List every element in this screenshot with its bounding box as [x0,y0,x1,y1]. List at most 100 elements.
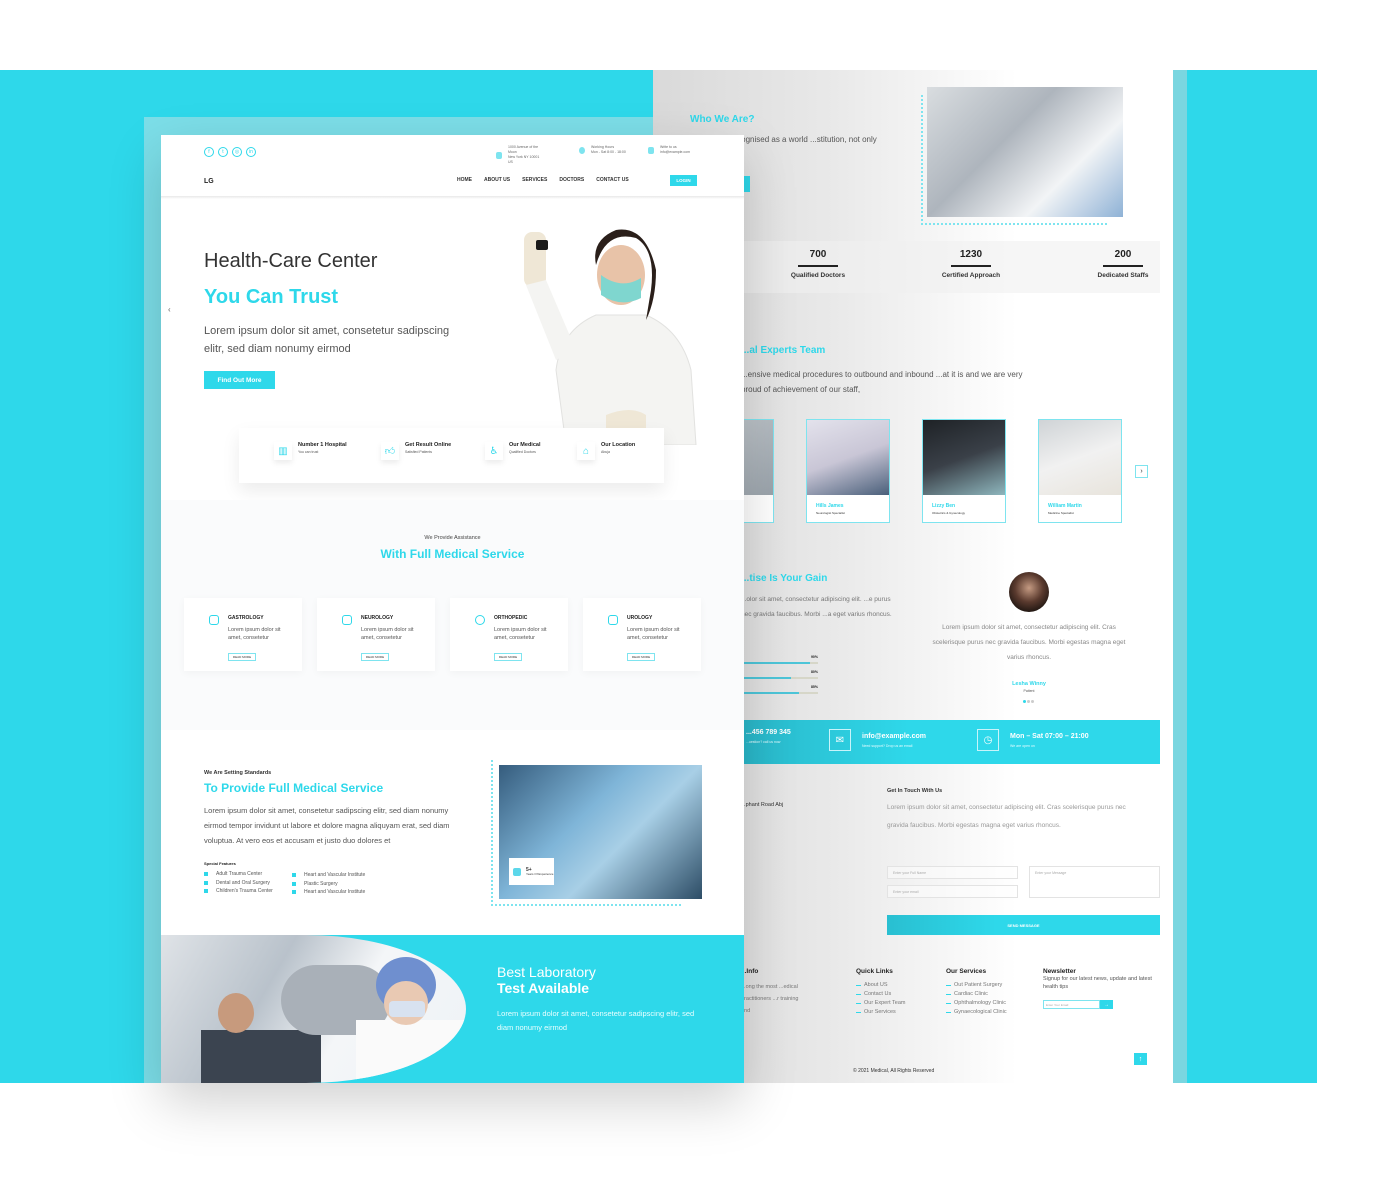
info-line: info@example.com [660,150,691,154]
wheelchair-icon: ♿︎ [485,442,503,460]
full-name-input[interactable]: Enter your Full Name [887,866,1018,879]
read-more-button[interactable]: READ MORE [228,653,256,661]
service-name: NEUROLOGY [361,615,394,621]
logo[interactable]: LG [204,178,214,185]
pagination-dot[interactable] [1023,700,1026,703]
doctor-role: Obstetrics & Gynecology [932,511,966,515]
feature-text: Children's Trauma Center [216,888,273,894]
doctor-photo [807,420,889,495]
feature-list-item: Adult Trauma Center [204,870,273,879]
nav-services[interactable]: SERVICES [522,177,547,183]
contact-description: Lorem ipsum dolor sit amet, consectetur … [887,804,1126,829]
instagram-icon[interactable]: ◎ [232,147,242,157]
footer-link[interactable]: Gynaecological Clinic [946,1008,1007,1017]
service-card[interactable]: ORTHOPEDIC Lorem ipsum dolor sit amet, c… [450,598,568,671]
doctor-name: Hills James [816,503,844,509]
footer-link[interactable]: Cardiac Clinic [946,990,1007,999]
footer-info-title: ...Info [741,968,759,975]
newsletter-submit-button[interactable]: → [1100,1000,1113,1009]
testimonial-pagination[interactable] [1023,700,1034,703]
feature-item: 👍︎ Get Result Online Satisfied Patients [381,442,451,460]
twitter-icon[interactable]: t [218,147,228,157]
feature-subtitle: Qualified Doctors [509,450,536,454]
location-box-icon: ⌂ [577,442,595,460]
progress-bar: 80% [741,670,818,679]
footer-info-text: ...ong the most ...edical practitioners … [741,984,799,1014]
feature-text: Heart and Vascular Institute [304,889,366,895]
badge-label: Years Of Experience [526,871,554,876]
hours-caption: We are open on [1010,743,1035,748]
hero-prev-arrow[interactable]: ‹ [168,305,171,314]
testimonial-name: Lesha Winny [1012,681,1046,687]
login-button[interactable]: LOGIN [670,175,697,186]
service-description: Lorem ipsum dolor sit amet, consetetur [228,627,281,641]
read-more-button[interactable]: READ MORE [361,653,389,661]
stats-bar: 700 Qualified Doctors 1230 Certified App… [743,241,1160,293]
message-textarea[interactable]: Enter your Message [1029,866,1160,898]
footer-link[interactable]: About US [856,981,905,990]
email-address[interactable]: info@example.com [862,733,926,740]
special-features-title: Special Features [204,861,236,866]
newsletter-text: Signup for our latest news, update and l… [1043,976,1152,990]
header-hours: Working Hours Mon - Sat 8:00 - 18:00 [579,145,627,155]
check-icon [292,890,296,895]
opening-hours: Mon – Sat 07:00 – 21:00 [1010,732,1089,740]
doctor-card[interactable]: William Martin Medicine Specialist [1038,419,1122,523]
nav-doctors[interactable]: DOCTORS [559,177,584,183]
service-card[interactable]: NEUROLOGY Lorem ipsum dolor sit amet, co… [317,598,435,671]
stat-value: 200 [1114,249,1132,260]
about-title: Who We Are? [690,114,755,125]
services-title: Our Services [946,968,987,975]
footer-link[interactable]: Out Patient Surgery [946,981,1007,990]
pagination-dot[interactable] [1031,700,1034,703]
nav-home[interactable]: HOME [457,177,472,183]
send-message-button[interactable]: SEND MESSAGE [887,915,1160,935]
footer-link[interactable]: Our Expert Team [856,999,905,1008]
orthopedic-icon [475,615,485,625]
hero-doctor-image [524,229,697,445]
service-card[interactable]: GASTROLOGY Lorem ipsum dolor sit amet, c… [184,598,302,671]
check-icon [204,880,208,885]
progress-bar: 85% [741,685,818,694]
read-more-button[interactable]: READ MORE [494,653,522,661]
page-mockup-left: f t ◎ in 1000 Avenue of the Moon New York… [161,135,744,1083]
newsletter-email-input[interactable]: Enter Your Email [1043,1000,1100,1009]
stat-item: 700 Qualified Doctors [763,249,873,279]
newsletter-title: Newsletter [1043,968,1076,975]
pagination-dot[interactable] [1027,700,1030,703]
nav-contact-us[interactable]: CONTACT US [596,177,628,183]
service-card[interactable]: UROLOGY Lorem ipsum dolor sit amet, cons… [583,598,701,671]
location-pin-icon [496,151,502,159]
team-next-button[interactable]: › [1135,465,1148,478]
find-out-more-button[interactable]: Find Out More [204,371,275,389]
footer-link[interactable]: Ophthalmology Clinic [946,999,1007,1008]
address-text: ...phant Road Abj [741,802,784,808]
feature-list-item: Plastic Surgery [292,880,365,889]
stat-label: Dedicated Staffs [1097,272,1149,279]
envelope-icon: ✉ [829,729,851,751]
gain-description: ...olor sit amet, consectetur adipiscing… [741,596,892,618]
standards-description: Lorem ipsum dolor sit amet, consetetur s… [204,806,450,845]
header-divider [161,196,744,199]
info-line: Mon - Sat 8:00 - 18:00 [591,150,626,154]
building-icon: ▥ [274,442,292,460]
email-input[interactable]: Enter your email [887,885,1018,898]
phone-number[interactable]: ...456 789 345 [746,729,791,736]
stat-value: 1230 [959,249,983,260]
services-kicker: We Provide Assistance [424,535,481,541]
doctor-card[interactable]: Hills James Neurologist Specialist [806,419,890,523]
read-more-button[interactable]: READ MORE [627,653,655,661]
scroll-to-top-button[interactable]: ↑ [1134,1053,1147,1065]
stat-item: 1230 Certified Approach [916,249,1026,279]
doctor-role: Medicine Specialist [1048,511,1074,515]
nav-about-us[interactable]: ABOUT US [484,177,510,183]
linkedin-icon[interactable]: in [246,147,256,157]
progress-label: 90% [810,655,818,659]
stat-divider [1103,265,1143,267]
facebook-icon[interactable]: f [204,147,214,157]
team-title: ...al Experts Team [741,345,826,356]
features-list: Heart and Vascular Institute Plastic Sur… [292,871,365,897]
doctor-card[interactable]: Lizzy Ben Obstetrics & Gynecology [922,419,1006,523]
footer-link[interactable]: Our Services [856,1008,905,1017]
footer-link[interactable]: Contact Us [856,990,905,999]
